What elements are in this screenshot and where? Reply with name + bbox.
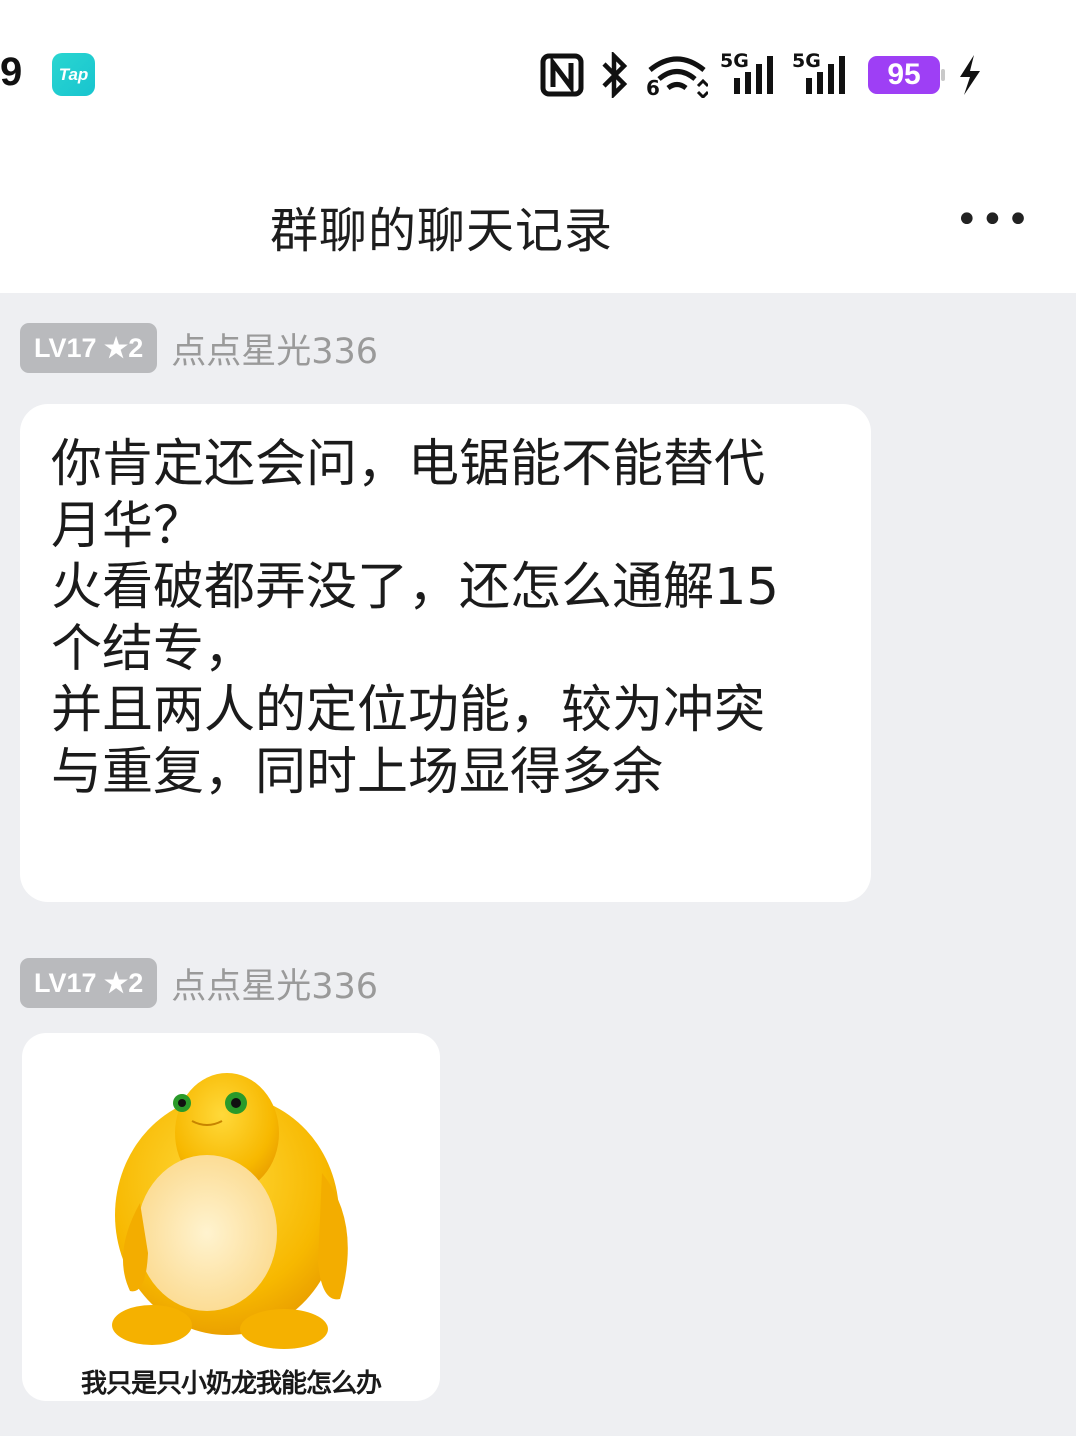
sticker-message[interactable]: 我只是只小奶龙我能怎么办 [22, 1033, 440, 1401]
page-title: 群聊的聊天记录 [270, 203, 614, 259]
nfc-icon [540, 53, 584, 97]
sticker-caption: 我只是只小奶龙我能怎么办 [80, 1369, 382, 1399]
status-icons: 6 5G 5G 95 [540, 50, 984, 100]
taptap-app-icon: Tap [52, 53, 95, 96]
wifi-sub-label: 6 [646, 76, 660, 100]
signal-icon: 5G [720, 50, 780, 98]
message-bubble[interactable]: 你肯定还会问，电锯能不能替代 月华？ 火看破都弄没了，还怎么通解15 个结专， … [20, 404, 871, 902]
bluetooth-icon [602, 52, 628, 98]
message-sender-row: LV17 ★2 点点星光336 [20, 323, 378, 373]
message-text-line: 并且两人的定位功能，较为冲突 [51, 681, 766, 740]
sticker-image [112, 1073, 348, 1349]
charging-icon [960, 55, 980, 95]
message-text-line: 与重复，同时上场显得多余 [51, 742, 664, 802]
status-bar: 9 Tap 6 5G 5G 95 [0, 0, 1076, 145]
message-sender-row: LV17 ★2 点点星光336 [20, 958, 378, 1008]
message-text-line: 你肯定还会问，电锯能不能替代 [51, 435, 766, 494]
level-badge: LV17 ★2 [20, 323, 158, 373]
message-text-line: 个结专， [51, 619, 256, 679]
level-badge: LV17 ★2 [20, 958, 158, 1008]
sender-name[interactable]: 点点星光336 [171, 323, 378, 374]
wifi-icon: 6 [646, 52, 710, 100]
sender-name[interactable]: 点点星光336 [171, 958, 378, 1009]
message-text-line: 火看破都弄没了，还怎么通解15 [51, 558, 779, 617]
chat-header: 群聊的聊天记录 ••• [0, 145, 1076, 293]
signal-icon: 5G [792, 50, 852, 98]
battery-indicator: 95 [868, 56, 945, 94]
status-time: 9 [0, 50, 23, 94]
message-text-line: 月华？ [51, 496, 205, 556]
more-options-button[interactable]: ••• [955, 197, 1032, 243]
